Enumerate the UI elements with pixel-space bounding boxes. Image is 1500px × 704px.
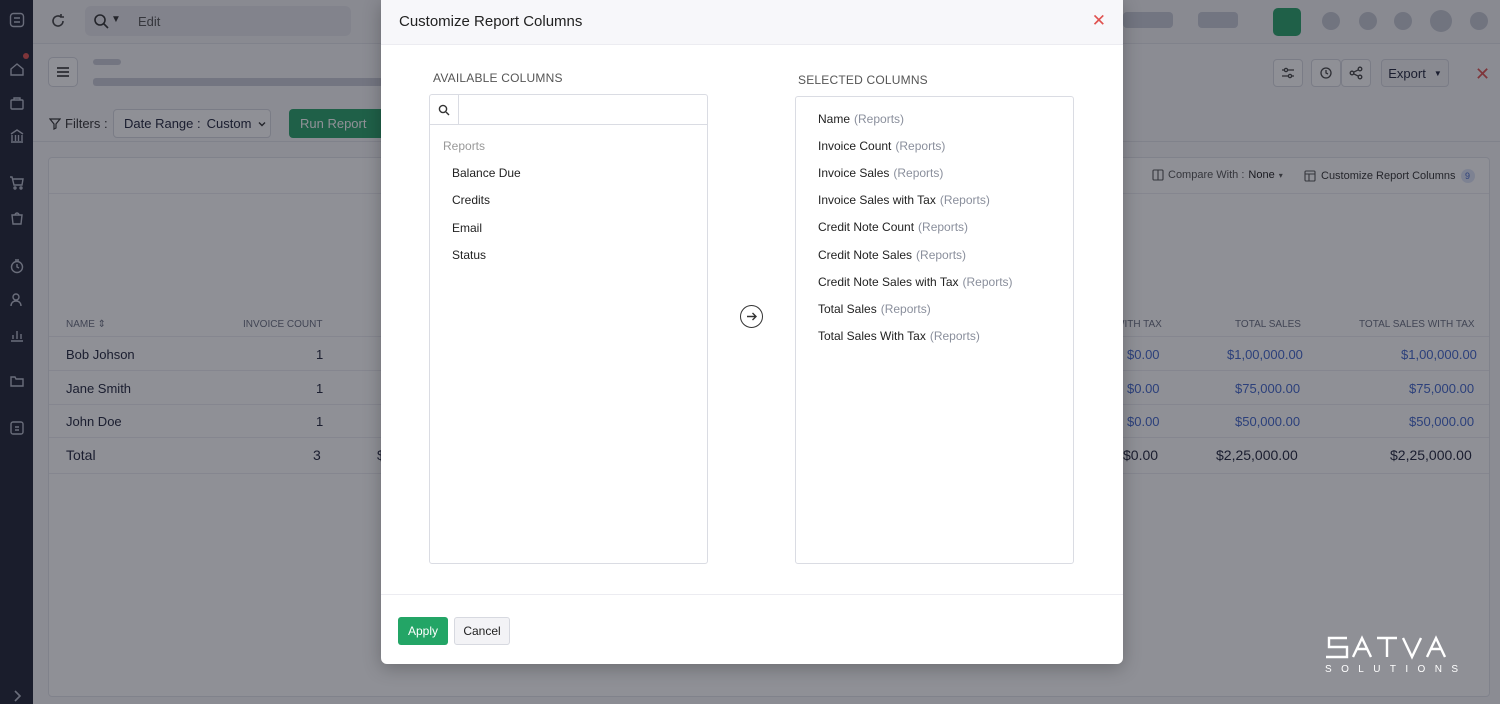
available-item-status[interactable]: Status [452, 248, 486, 262]
move-to-selected-button[interactable] [740, 305, 763, 328]
available-group-label: Reports [443, 139, 486, 153]
selected-columns-label: SELECTED COLUMNS [798, 73, 928, 87]
selected-item[interactable]: Credit Note Sales (Reports) [818, 248, 966, 262]
available-item-email[interactable]: Email [452, 221, 482, 235]
available-columns-panel: Reports Balance Due Credits Email Status [429, 94, 708, 564]
selected-item[interactable]: Credit Note Sales with Tax (Reports) [818, 275, 1013, 289]
svg-text:SOLUTIONS: SOLUTIONS [1325, 664, 1467, 675]
apply-button[interactable]: Apply [398, 617, 448, 645]
selected-item[interactable]: Total Sales With Tax (Reports) [818, 329, 980, 343]
available-item-credits[interactable]: Credits [452, 193, 490, 207]
satva-solutions-watermark-logo: SOLUTIONS [1325, 635, 1467, 675]
selected-columns-panel: Name (Reports) Invoice Count (Reports) Inv… [795, 96, 1074, 564]
modal-footer: Apply Cancel [381, 594, 1123, 664]
available-search [430, 95, 707, 125]
arrow-right-icon [747, 312, 757, 321]
selected-item[interactable]: Invoice Sales (Reports) [818, 166, 943, 180]
customize-columns-modal: Customize Report Columns ✕ AVAILABLE COL… [381, 0, 1123, 664]
available-item-balance-due[interactable]: Balance Due [452, 166, 521, 180]
selected-item[interactable]: Invoice Count (Reports) [818, 139, 945, 153]
available-columns-label: AVAILABLE COLUMNS [433, 71, 563, 85]
selected-item[interactable]: Credit Note Count (Reports) [818, 220, 968, 234]
modal-header: Customize Report Columns ✕ [381, 0, 1123, 45]
cancel-button[interactable]: Cancel [454, 617, 510, 645]
selected-item[interactable]: Name (Reports) [818, 112, 904, 126]
search-icon [430, 95, 459, 124]
modal-title: Customize Report Columns [399, 13, 583, 30]
available-columns-search-input[interactable] [460, 95, 706, 124]
selected-item[interactable]: Invoice Sales with Tax (Reports) [818, 193, 990, 207]
selected-item[interactable]: Total Sales (Reports) [818, 302, 931, 316]
close-icon[interactable]: ✕ [1092, 11, 1106, 31]
